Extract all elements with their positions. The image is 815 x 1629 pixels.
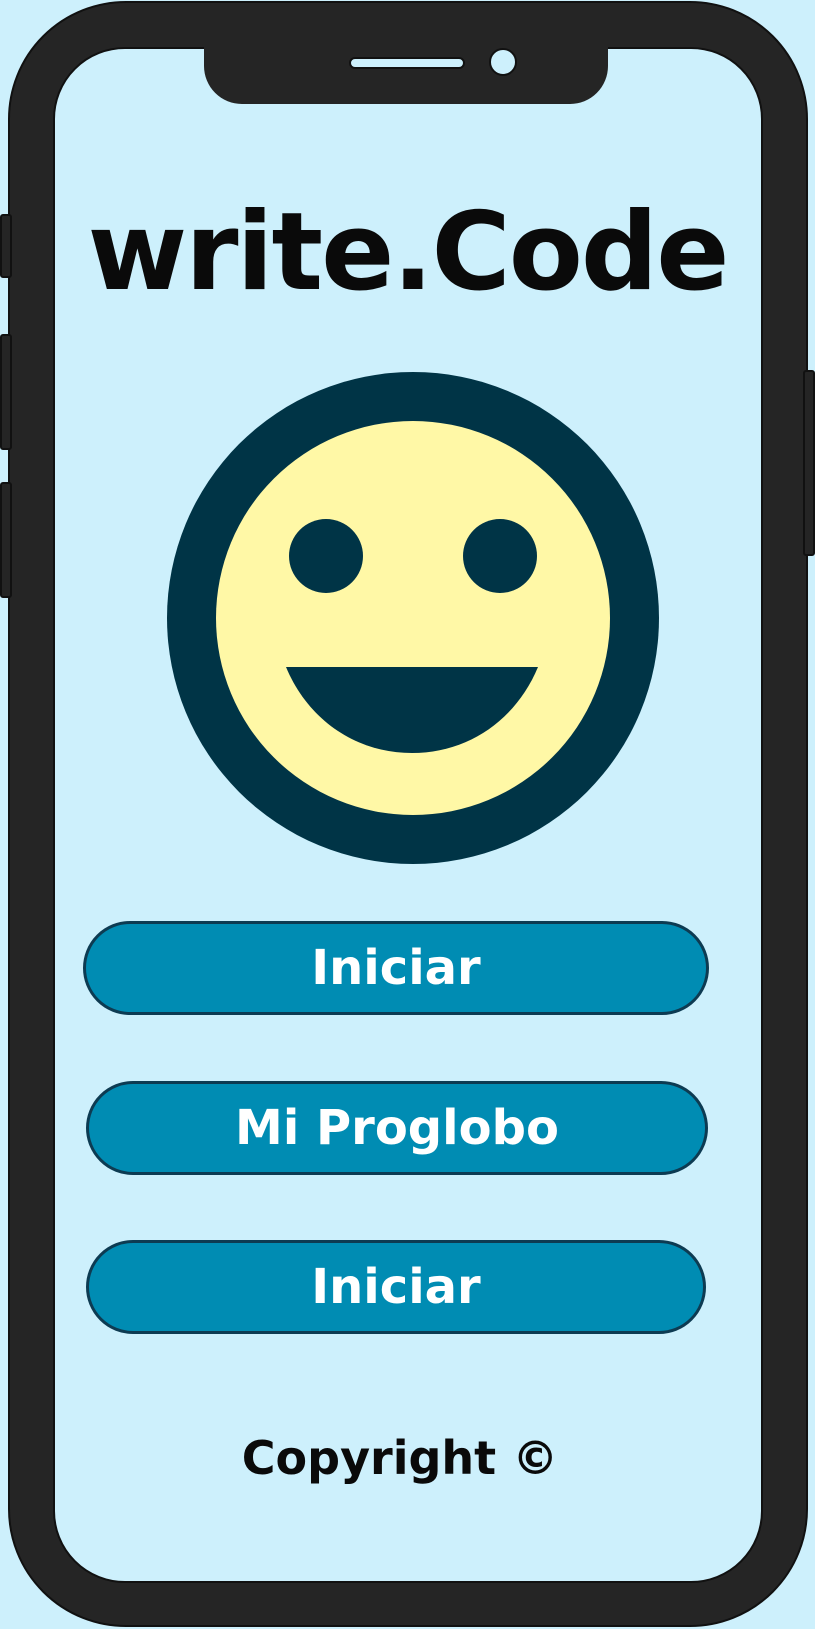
speaker-grille [349,57,465,69]
iniciar-secondary-button[interactable]: Iniciar [86,1240,706,1334]
phone-notch [204,46,608,104]
smiley-face-fill [216,421,610,815]
phone-side-button-volume-up [0,334,12,450]
mi-proglobo-button-label: Mi Proglobo [235,1100,559,1156]
phone-side-button-volume-down [0,482,12,598]
iniciar-button[interactable]: Iniciar [83,921,709,1015]
smiley-right-eye [463,519,537,593]
iniciar-button-label: Iniciar [311,940,481,996]
app-title: write.Code [87,190,730,315]
smiley-left-eye [289,519,363,593]
mi-proglobo-button[interactable]: Mi Proglobo [86,1081,708,1175]
copyright-text: Copyright © [241,1431,559,1485]
iniciar-secondary-button-label: Iniciar [311,1259,481,1315]
smiley-face-icon [167,372,659,864]
front-camera-icon [489,48,517,76]
phone-side-button-power [803,370,815,556]
